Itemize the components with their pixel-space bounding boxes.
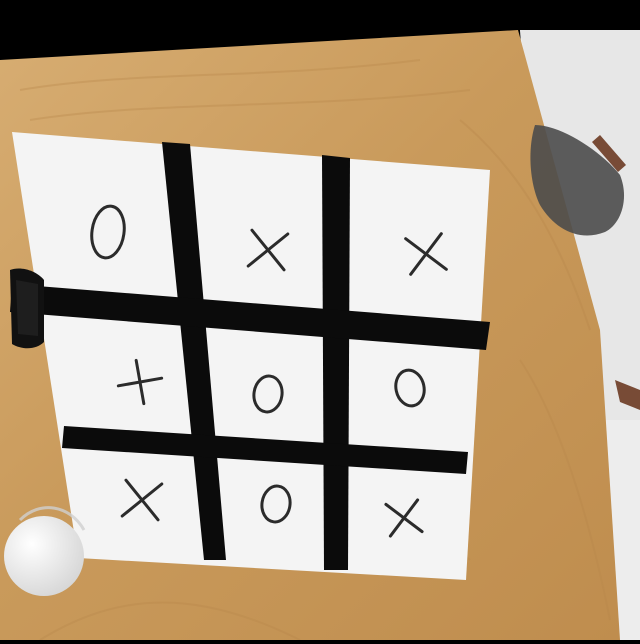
photo-scene xyxy=(0,0,640,641)
white-knob xyxy=(4,516,84,596)
scene-svg xyxy=(0,0,640,641)
tic-tac-toe-board xyxy=(12,132,490,580)
board-clip xyxy=(10,268,44,349)
